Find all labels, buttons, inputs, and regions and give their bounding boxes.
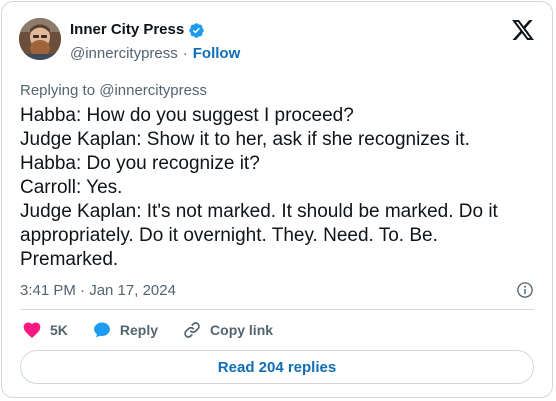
avatar[interactable] <box>19 18 61 60</box>
reply-button[interactable]: Reply <box>92 320 158 340</box>
tweet-line: Judge Kaplan: Show it to her, ask if she… <box>20 129 470 150</box>
link-icon <box>184 322 200 338</box>
tweet-line: Premarked. <box>20 249 119 270</box>
separator-dot: · <box>182 45 188 62</box>
divider <box>20 309 534 310</box>
author-handle-row: @innercitypress · Follow <box>70 45 240 63</box>
tweet-text: Habba: How do you suggest I proceed? Jud… <box>20 104 540 272</box>
tweet-line: Habba: Do you recognize it? <box>20 153 260 174</box>
author-name-row: Inner City Press <box>70 21 205 39</box>
copy-link-button[interactable]: Copy link <box>182 320 273 340</box>
reply-bubble-icon <box>93 322 110 338</box>
verified-badge-icon <box>189 22 204 38</box>
tweet-timestamp[interactable]: 3:41 PM · Jan 17, 2024 <box>20 282 176 299</box>
tweet-line: Habba: How do you suggest I proceed? <box>20 105 354 126</box>
tweet-line: appropriately. Do it overnight. They. Ne… <box>20 225 438 246</box>
tweet-meta-row: 3:41 PM · Jan 17, 2024 <box>20 281 534 299</box>
follow-button[interactable]: Follow <box>193 45 241 63</box>
replying-to[interactable]: Replying to @innercitypress <box>20 82 207 100</box>
author-display-name[interactable]: Inner City Press <box>70 21 184 39</box>
x-logo-icon[interactable] <box>512 20 534 40</box>
tweet-line: Judge Kaplan: It's not marked. It should… <box>20 201 498 222</box>
tweet-card[interactable]: Inner City Press @innercitypress · Follo… <box>1 1 553 398</box>
tweet-line: Carroll: Yes. <box>20 177 123 198</box>
reply-label: Reply <box>119 322 159 338</box>
tweet-actions: 5K Reply Copy link <box>22 320 297 340</box>
heart-icon <box>23 322 41 338</box>
author-handle[interactable]: @innercitypress <box>70 45 178 63</box>
copy-link-label: Copy link <box>210 322 274 338</box>
read-replies-button[interactable]: Read 204 replies <box>20 350 534 384</box>
like-count: 5K <box>50 322 68 338</box>
info-icon[interactable] <box>516 281 534 299</box>
like-button[interactable]: 5K <box>22 320 68 340</box>
